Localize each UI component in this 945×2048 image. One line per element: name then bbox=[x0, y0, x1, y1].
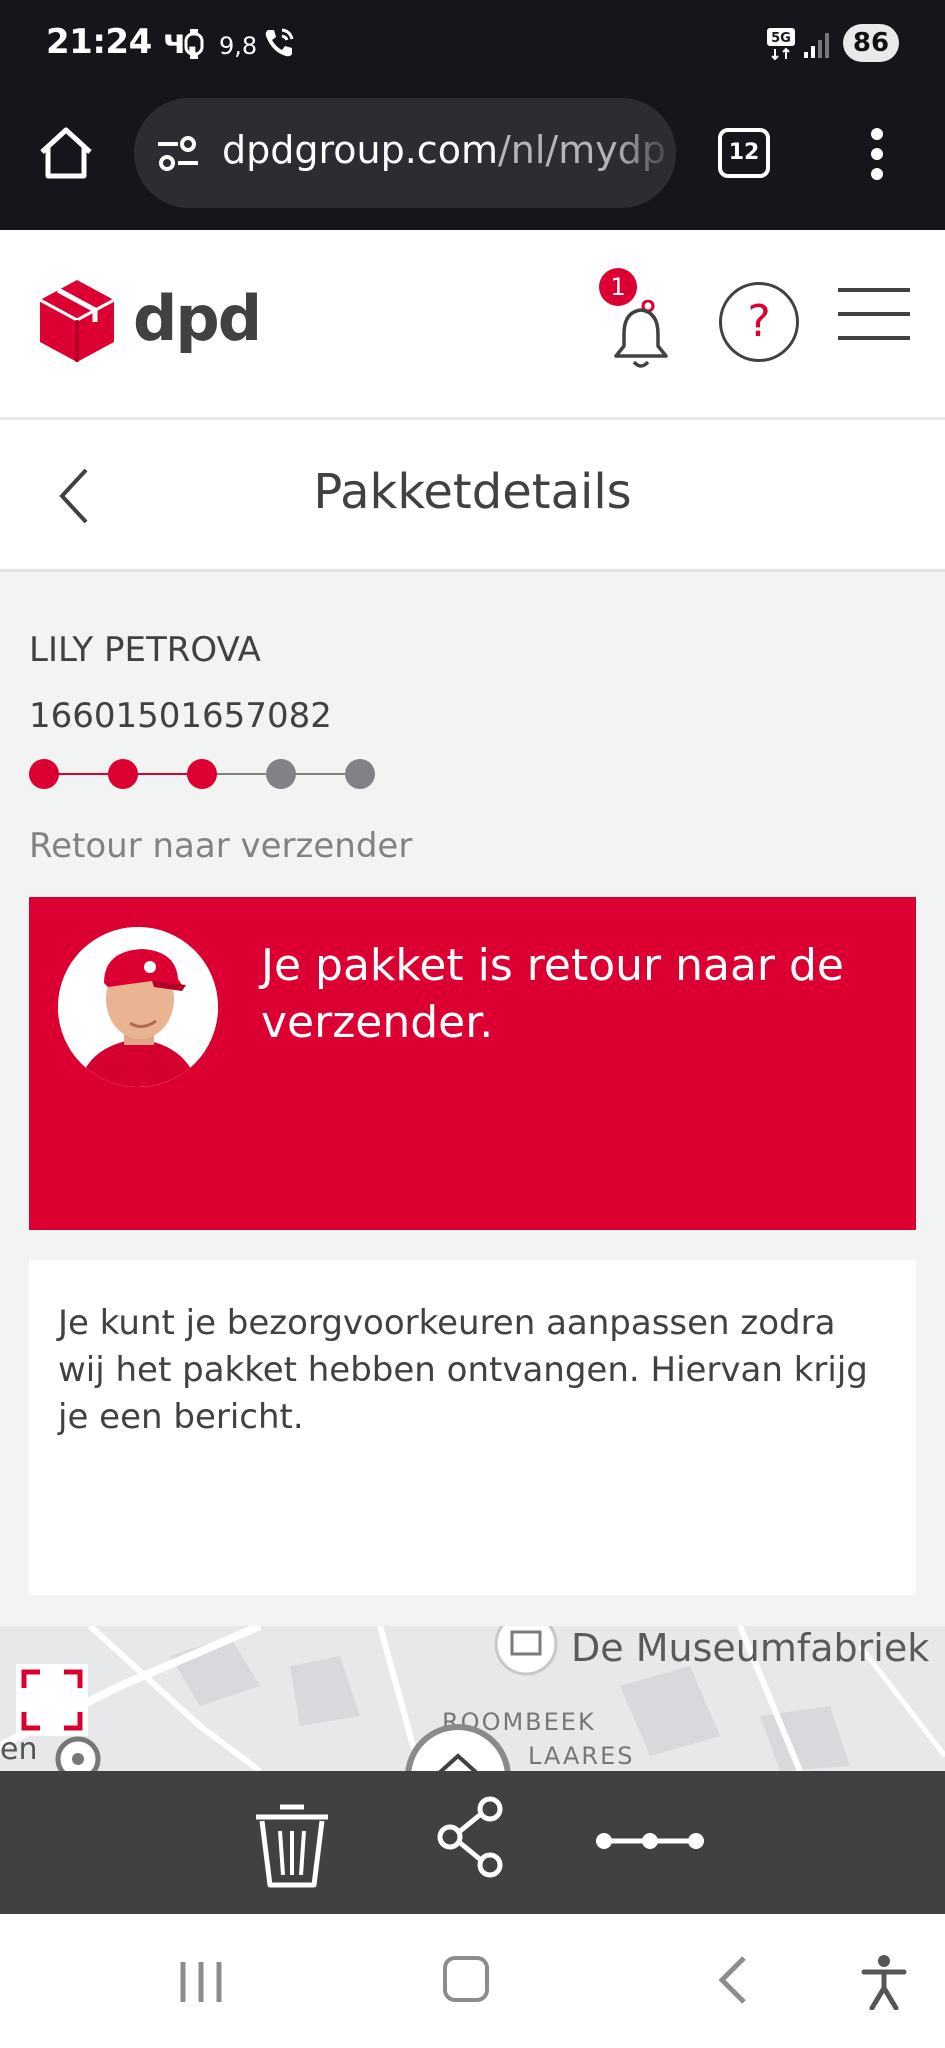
dpd-cube-logo[interactable] bbox=[38, 278, 116, 368]
battery-indicator: 86 bbox=[843, 24, 899, 62]
alert-message: Je pakket is retour naar de verzender. bbox=[261, 940, 844, 1048]
fullscreen-icon[interactable] bbox=[16, 1664, 88, 1736]
map[interactable]: De Museumfabriek ROOMBEEK LAARES en bbox=[0, 1626, 945, 1771]
progress-step bbox=[345, 759, 375, 789]
map-district-label: LAARES bbox=[528, 1742, 635, 1770]
map-poi-label[interactable]: De Museumfabriek bbox=[571, 1626, 929, 1670]
chevron-left-icon[interactable] bbox=[54, 464, 94, 532]
recents-icon[interactable] bbox=[178, 1958, 224, 2010]
notification-badge: 1 bbox=[599, 268, 637, 306]
recipient-name: LILY PETROVA bbox=[29, 630, 261, 670]
help-icon[interactable]: ? bbox=[719, 282, 799, 362]
share-icon[interactable] bbox=[436, 1795, 508, 1883]
accessibility-icon[interactable] bbox=[860, 1954, 908, 2014]
page-title: Pakketdetails bbox=[313, 464, 632, 520]
wifi-call-icon bbox=[262, 26, 296, 64]
watch-icon bbox=[182, 28, 206, 64]
page-title-bar: Pakketdetails bbox=[0, 420, 945, 572]
hamburger-menu-icon[interactable] bbox=[838, 284, 910, 344]
chevron-up-icon[interactable] bbox=[403, 1722, 513, 1771]
status-bar: 21:24 ч. 9,8 5G 86 bbox=[0, 0, 945, 88]
network-5g-icon: 5G bbox=[766, 27, 796, 65]
back-nav-icon[interactable] bbox=[714, 1954, 750, 2010]
progress-step bbox=[108, 759, 138, 789]
action-toolbar bbox=[0, 1771, 945, 1914]
site-header: dpd 1 ? bbox=[0, 230, 945, 420]
signal-icon bbox=[802, 30, 832, 64]
tracking-number: 16601501657082 bbox=[29, 696, 332, 736]
system-nav-bar bbox=[0, 1914, 945, 2048]
progress-step bbox=[29, 759, 59, 789]
progress-step bbox=[266, 759, 296, 789]
browser-toolbar: dpdgroup.com/nl/mydp 12 bbox=[0, 88, 945, 230]
info-message: Je kunt je bezorgvoorkeuren aanpassen zo… bbox=[58, 1303, 868, 1437]
home-icon[interactable] bbox=[36, 124, 96, 188]
progress-stepper bbox=[29, 759, 375, 789]
parcel-status: Retour naar verzender bbox=[29, 826, 413, 866]
svg-text:5G: 5G bbox=[771, 31, 791, 46]
info-card: Je kunt je bezorgvoorkeuren aanpassen zo… bbox=[29, 1260, 916, 1595]
bell-icon[interactable] bbox=[612, 299, 670, 376]
url-domain: dpdgroup.com bbox=[222, 128, 498, 172]
tab-switcher-button[interactable]: 12 bbox=[718, 128, 770, 178]
tracking-steps-icon[interactable] bbox=[594, 1821, 706, 1865]
url-fade bbox=[616, 98, 676, 208]
address-bar[interactable]: dpdgroup.com/nl/mydp bbox=[134, 98, 676, 208]
more-vert-icon[interactable] bbox=[862, 124, 892, 184]
url-text[interactable]: dpdgroup.com/nl/mydp bbox=[222, 128, 666, 172]
home-nav-icon[interactable] bbox=[443, 1956, 489, 2002]
dpd-logo-text[interactable]: dpd bbox=[133, 282, 262, 355]
map-partial-label: en bbox=[0, 1732, 38, 1767]
dpd-courier-avatar bbox=[58, 927, 218, 1087]
site-settings-icon[interactable] bbox=[156, 134, 200, 178]
trash-icon[interactable] bbox=[252, 1795, 332, 1895]
status-alert-card: Je pakket is retour naar de verzender. bbox=[29, 897, 916, 1230]
temperature: 9,8 bbox=[219, 32, 258, 60]
clock: 21:24 ч. bbox=[46, 22, 199, 62]
progress-step bbox=[187, 759, 217, 789]
